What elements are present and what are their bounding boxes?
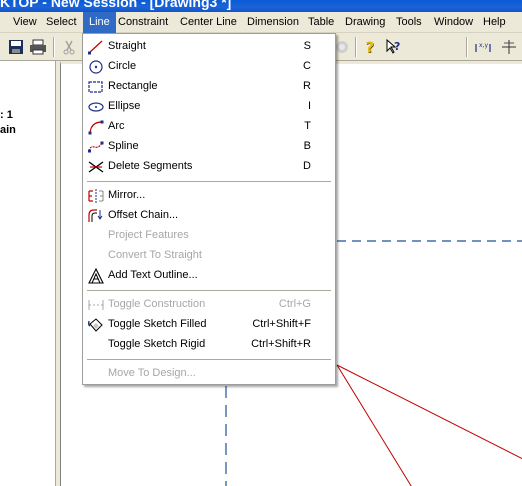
menu-item-add-text-outline[interactable]: Add Text Outline...	[83, 266, 335, 286]
menu-separator	[87, 181, 331, 182]
left-panel-label-1: : 1	[0, 109, 13, 121]
menu-item-label: Toggle Sketch Filled	[108, 318, 207, 330]
menu-item-toggle-sketch-rigid[interactable]: Toggle Sketch Rigid Ctrl+Shift+R	[83, 335, 335, 355]
print-icon[interactable]	[29, 38, 47, 56]
menu-tools[interactable]: Tools	[390, 12, 428, 33]
arc-icon	[87, 119, 105, 135]
menu-item-spline[interactable]: Spline B	[83, 137, 335, 157]
title-bar: KTOP - New Session - [Drawing3 *]	[0, 0, 522, 12]
circle-icon	[87, 59, 105, 75]
left-panel: : 1 ain	[0, 61, 56, 486]
menu-item-rectangle[interactable]: Rectangle R	[83, 77, 335, 97]
text-outline-icon	[87, 268, 105, 284]
toolbar-separator	[355, 37, 357, 57]
menu-item-label: Convert To Straight	[108, 249, 202, 261]
menu-item-label: Project Features	[108, 229, 189, 241]
menu-item-offset-chain[interactable]: Offset Chain...	[83, 206, 335, 226]
menu-item-label: Toggle Construction	[108, 298, 206, 310]
offset-chain-icon	[87, 208, 105, 224]
menu-item-shortcut: Ctrl+Shift+F	[252, 318, 311, 330]
menu-item-move-to-design[interactable]: Move To Design...	[83, 364, 335, 384]
menu-item-label: Add Text Outline...	[108, 269, 198, 281]
menu-item-shortcut: R	[303, 80, 311, 92]
help-icon[interactable]: ??	[362, 38, 380, 57]
menu-item-label: Ellipse	[108, 100, 141, 112]
line-menu-dropdown: Straight S Circle C Rectangle R Ellipse …	[82, 33, 336, 385]
menu-item-toggle-sketch-filled[interactable]: Toggle Sketch Filled Ctrl+Shift+F	[83, 315, 335, 335]
menu-help[interactable]: Help	[477, 12, 512, 33]
left-panel-label-2: ain	[0, 124, 16, 136]
menu-constraint[interactable]: Constraint	[112, 12, 174, 33]
menu-item-circle[interactable]: Circle C	[83, 57, 335, 77]
spline-icon	[87, 139, 105, 155]
menu-separator	[87, 290, 331, 291]
toolbar-separator	[53, 37, 55, 57]
grid-toggle-icon[interactable]	[500, 38, 518, 56]
svg-text:?: ?	[394, 40, 400, 53]
menu-item-ellipse[interactable]: Ellipse I	[83, 97, 335, 117]
menu-item-shortcut: B	[303, 140, 311, 152]
menu-item-label: Arc	[108, 120, 125, 132]
menu-item-project-features[interactable]: Project Features	[83, 226, 335, 246]
save-icon[interactable]	[7, 38, 25, 56]
menu-window[interactable]: Window	[428, 12, 479, 33]
menu-item-arc[interactable]: Arc T	[83, 117, 335, 137]
sketch-line	[336, 364, 412, 486]
menu-item-toggle-construction[interactable]: Toggle Construction Ctrl+G	[83, 295, 335, 315]
menu-item-convert-to-straight[interactable]: Convert To Straight	[83, 246, 335, 266]
svg-text:?: ?	[366, 39, 375, 57]
menu-table[interactable]: Table	[302, 12, 340, 33]
menu-dimension[interactable]: Dimension	[241, 12, 305, 33]
menu-item-shortcut: D	[303, 160, 311, 172]
menu-view[interactable]: View	[7, 12, 43, 33]
menu-item-label: Straight	[108, 40, 146, 52]
menu-separator	[87, 359, 331, 360]
sketch-line	[336, 364, 522, 460]
fill-bucket-icon	[87, 317, 105, 333]
menu-center-line[interactable]: Center Line	[174, 12, 243, 33]
construction-icon	[87, 297, 105, 313]
menu-item-delete-segments[interactable]: Delete Segments D	[83, 157, 335, 177]
menu-drawing[interactable]: Drawing	[339, 12, 391, 33]
menu-item-shortcut: I	[307, 100, 311, 112]
toolbar-separator	[466, 37, 468, 57]
ellipse-icon	[87, 99, 105, 115]
menu-item-shortcut: Ctrl+G	[278, 298, 311, 310]
window-title: KTOP - New Session - [Drawing3 *]	[0, 0, 232, 10]
menu-bar: View Select Line Constraint Center Line …	[0, 12, 522, 33]
menu-item-straight[interactable]: Straight S	[83, 37, 335, 57]
menu-item-label: Toggle Sketch Rigid	[108, 338, 206, 350]
menu-item-label: Move To Design...	[108, 367, 196, 379]
svg-text:x,y: x,y	[479, 42, 488, 49]
menu-item-label: Offset Chain...	[108, 209, 179, 221]
menu-item-shortcut: C	[303, 60, 311, 72]
menu-item-label: Rectangle	[108, 80, 158, 92]
cut-icon[interactable]	[60, 38, 78, 56]
menu-item-label: Delete Segments	[108, 160, 193, 172]
menu-line[interactable]: Line	[83, 12, 116, 33]
menu-item-label: Mirror...	[108, 189, 146, 201]
menu-item-label: Spline	[108, 140, 139, 152]
straight-line-icon	[87, 39, 105, 55]
menu-item-mirror[interactable]: Mirror...	[83, 186, 335, 206]
mirror-icon	[87, 188, 105, 204]
menu-item-shortcut: T	[304, 120, 311, 132]
axis-toggle-icon[interactable]: x,y	[474, 38, 492, 56]
menu-item-shortcut: S	[303, 40, 311, 52]
rectangle-icon	[87, 79, 105, 95]
delete-segments-icon	[87, 159, 105, 175]
menu-item-shortcut: Ctrl+Shift+R	[251, 338, 311, 350]
context-help-icon[interactable]: ?	[385, 38, 403, 56]
menu-select[interactable]: Select	[40, 12, 83, 33]
menu-item-label: Circle	[108, 60, 137, 72]
